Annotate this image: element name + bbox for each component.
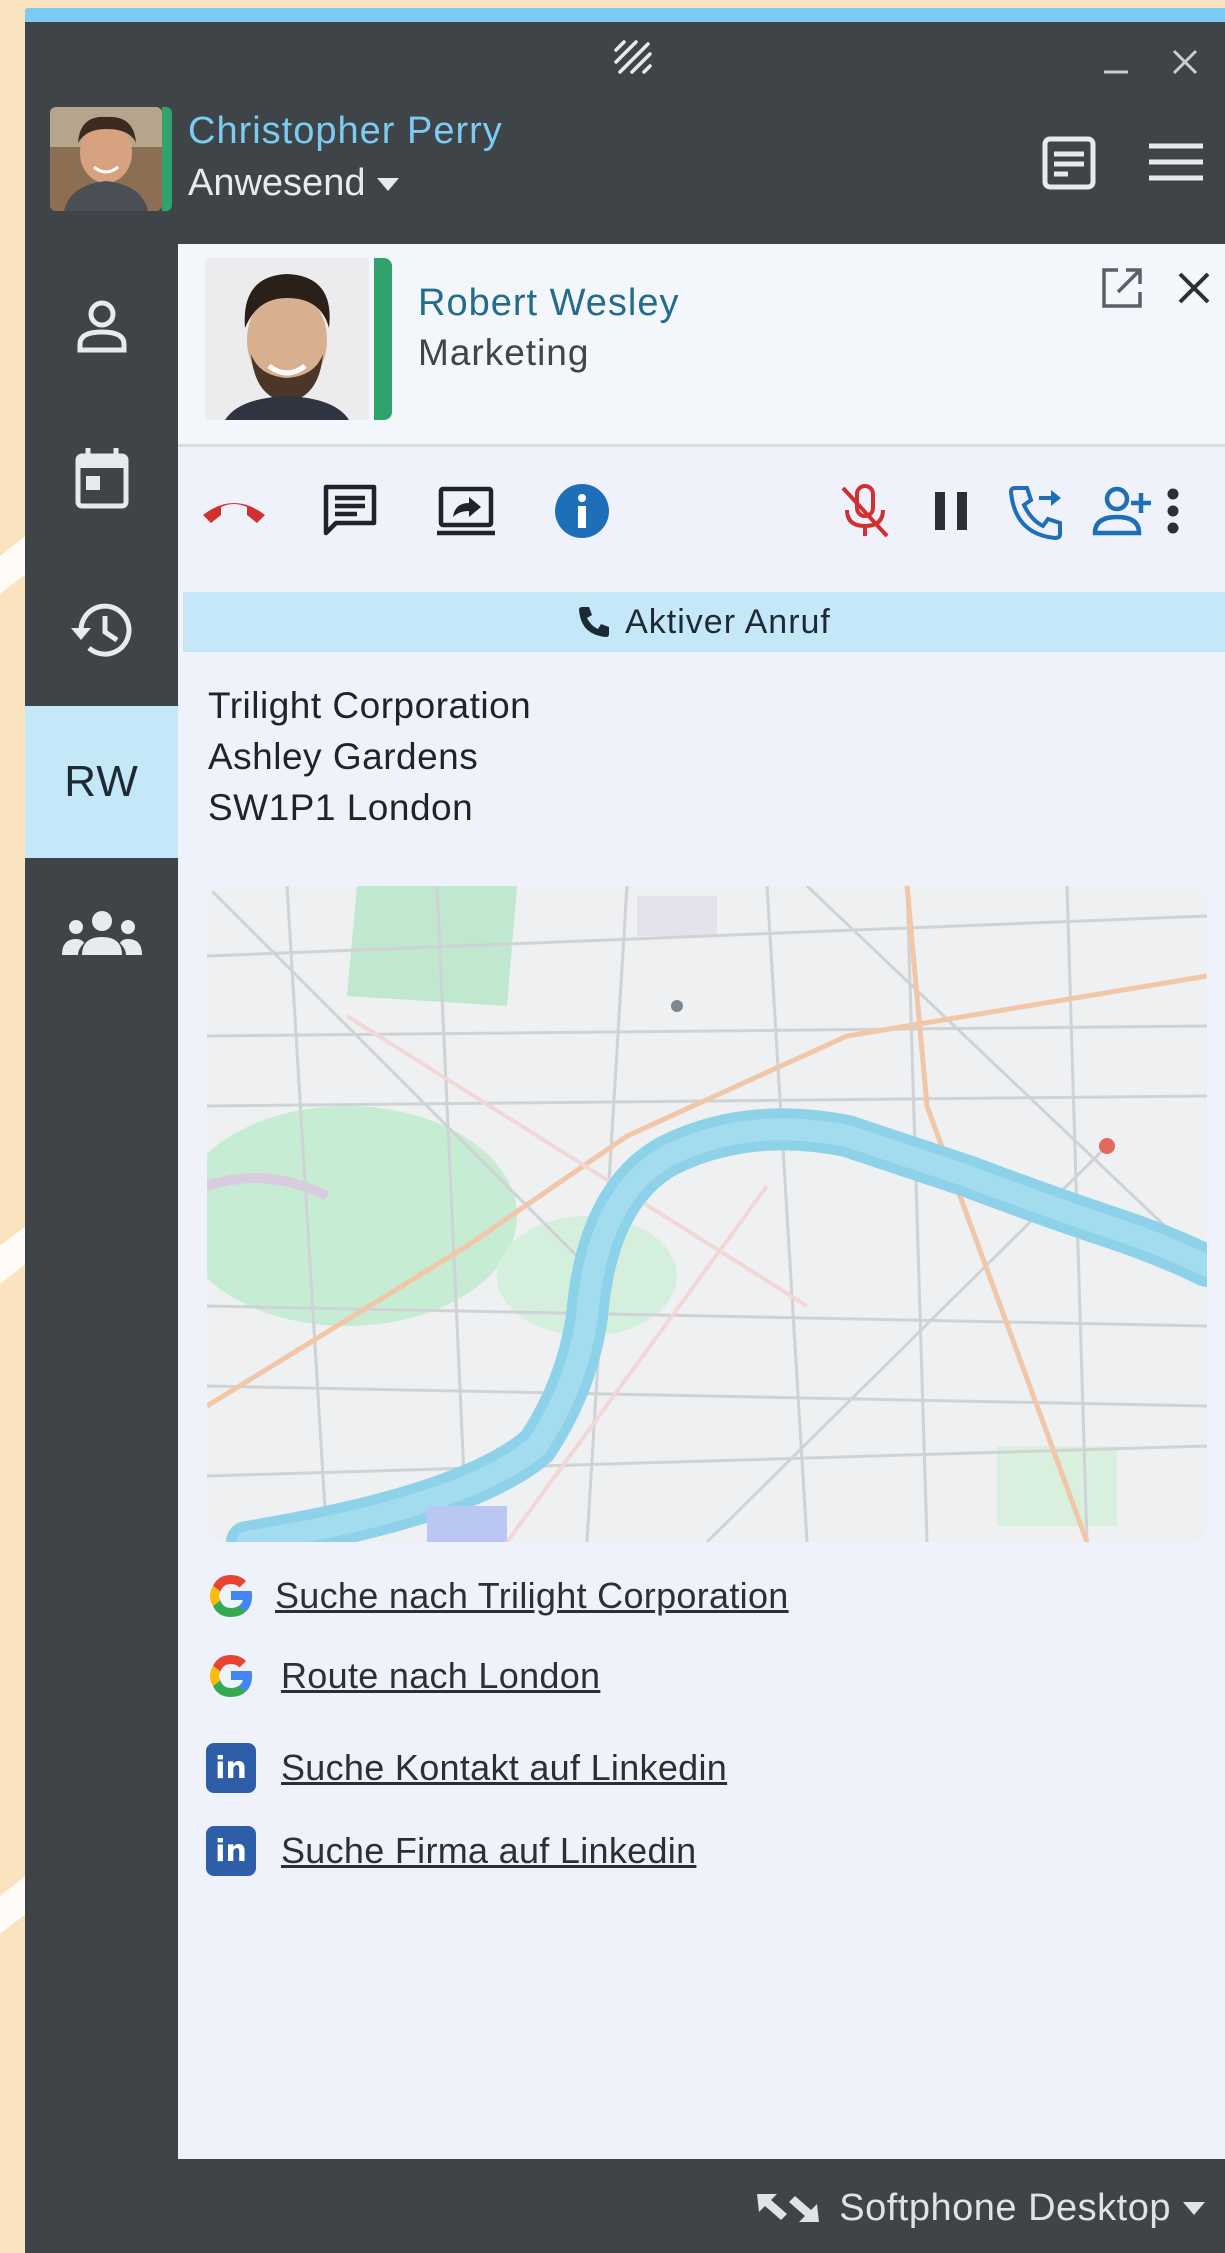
- phone-icon: [579, 607, 610, 637]
- active-contact-initials: RW: [64, 757, 139, 806]
- link-search-company[interactable]: Suche nach Trilight Corporation: [205, 1564, 1105, 1628]
- contact-photo: [205, 258, 369, 420]
- softphone-window: Christopher Perry Anwesend RW Robert Wes…: [25, 8, 1225, 2253]
- group-icon: [61, 911, 142, 955]
- contact-address: Trilight Corporation Ashley Gardens SW1P…: [208, 680, 531, 833]
- close-contact-button[interactable]: [1168, 262, 1220, 314]
- call-action-bar: [178, 447, 1225, 579]
- avatar[interactable]: [50, 107, 162, 211]
- chevron-down-icon: [377, 178, 400, 192]
- mic-off-icon: [841, 484, 889, 538]
- sidebar: RW: [25, 250, 178, 2170]
- call-transfer-icon: [1008, 486, 1062, 540]
- sidebar-item-calendar[interactable]: [25, 402, 178, 554]
- address-street: Ashley Gardens: [208, 736, 479, 777]
- linkedin-icon: in: [205, 1742, 257, 1794]
- presence-status-dropdown[interactable]: Anwesend: [188, 162, 400, 205]
- address-company: Trilight Corporation: [208, 685, 532, 726]
- sidebar-item-history[interactable]: [25, 554, 178, 706]
- calendar-icon: [75, 448, 128, 509]
- linkedin-badge: in: [206, 1743, 256, 1793]
- link-linkedin-company[interactable]: in Suche Firma auf Linkedin: [205, 1819, 1105, 1883]
- title-bar[interactable]: [25, 22, 1225, 75]
- presence-status-label: Anwesend: [188, 162, 366, 204]
- map-image: [207, 886, 1207, 1542]
- link-route[interactable]: Route nach London: [205, 1644, 1105, 1708]
- google-icon: [205, 1650, 257, 1702]
- sidebar-item-team[interactable]: [25, 858, 178, 1010]
- sidebar-item-active-contact[interactable]: RW: [25, 706, 178, 858]
- screen-share-button[interactable]: [430, 475, 502, 547]
- contact-avatar: [205, 258, 369, 420]
- info-icon: [555, 484, 609, 538]
- popout-button[interactable]: [1096, 262, 1148, 314]
- device-selector[interactable]: Softphone Desktop: [755, 2178, 1205, 2238]
- chat-icon: [323, 484, 377, 536]
- linkedin-badge: in: [206, 1826, 256, 1876]
- person-icon: [77, 300, 126, 353]
- linkedin-icon: in: [205, 1825, 257, 1877]
- contact-panel: Robert Wesley Marketing Aktiver Anruf Tr…: [178, 244, 1225, 2159]
- screen-share-icon: [437, 486, 495, 536]
- link-linkedin-contact[interactable]: in Suche Kontakt auf Linkedin: [205, 1736, 1105, 1800]
- hangup-icon: [203, 503, 265, 523]
- notes-button[interactable]: [1038, 132, 1100, 194]
- history-icon: [70, 603, 131, 657]
- chevron-down-icon: [1183, 2201, 1205, 2215]
- more-actions-button[interactable]: [1145, 475, 1201, 547]
- presence-indicator: [162, 107, 172, 211]
- device-label: Softphone Desktop: [839, 2186, 1171, 2229]
- contact-name: Robert Wesley: [418, 282, 680, 324]
- location-map[interactable]: [207, 886, 1207, 1542]
- footer-bar: Softphone Desktop: [25, 2158, 1225, 2253]
- menu-icon: [1149, 143, 1203, 181]
- call-status-bar: Aktiver Anruf: [183, 592, 1225, 652]
- user-header: Christopher Perry Anwesend: [25, 72, 1225, 250]
- hold-button[interactable]: [915, 475, 987, 547]
- device-switch-icon: [757, 2194, 820, 2222]
- close-icon: [1178, 272, 1210, 304]
- link-label: Route nach London: [281, 1655, 601, 1696]
- link-label: Suche nach Trilight Corporation: [275, 1575, 789, 1616]
- google-icon: [205, 1570, 257, 1622]
- contact-card: Robert Wesley Marketing: [178, 244, 1225, 447]
- user-photo: [50, 107, 162, 211]
- mute-button[interactable]: [829, 475, 901, 547]
- notes-icon: [1042, 136, 1096, 190]
- pause-icon: [935, 492, 967, 530]
- more-vert-icon: [1167, 488, 1179, 534]
- sidebar-item-contacts[interactable]: [25, 250, 178, 402]
- transfer-button[interactable]: [1001, 475, 1073, 547]
- address-city: SW1P1 London: [208, 787, 474, 828]
- current-user-name: Christopher Perry: [188, 110, 503, 152]
- info-button[interactable]: [546, 475, 618, 547]
- call-status-label: Aktiver Anruf: [625, 602, 831, 641]
- link-label: Suche Kontakt auf Linkedin: [281, 1747, 728, 1788]
- open-in-new-icon: [1102, 268, 1142, 308]
- contact-department: Marketing: [418, 332, 590, 373]
- chat-button[interactable]: [314, 475, 386, 547]
- link-label: Suche Firma auf Linkedin: [281, 1830, 697, 1871]
- main-menu-button[interactable]: [1145, 132, 1207, 194]
- hangup-button[interactable]: [198, 475, 270, 547]
- window-accent-bar: [25, 8, 1225, 22]
- contact-presence-indicator: [374, 258, 392, 420]
